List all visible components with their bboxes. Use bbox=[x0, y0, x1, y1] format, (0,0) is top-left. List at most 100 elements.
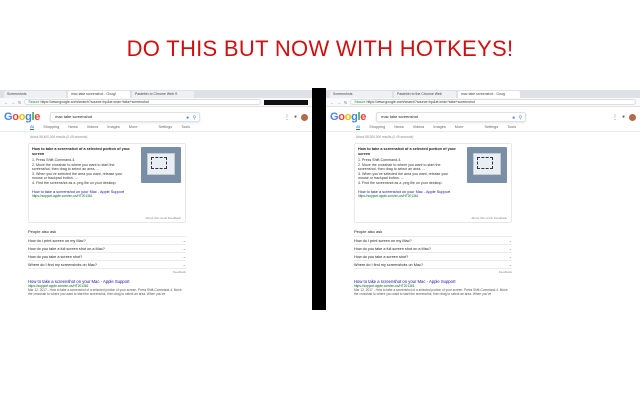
browser-tab-bar: Screenshots mac take screenshot - Googl … bbox=[0, 90, 312, 98]
tab-all[interactable]: All bbox=[30, 125, 35, 130]
redacted-bar bbox=[264, 99, 308, 105]
apps-icon[interactable]: ⋮ bbox=[612, 114, 618, 121]
search-tabs: All Shopping News Videos Images More Set… bbox=[0, 123, 312, 132]
paa-question[interactable]: Where do I find my screenshots on Mac? ⌄ bbox=[28, 260, 186, 268]
reload-icon[interactable]: ↻ bbox=[344, 100, 347, 105]
search-icon[interactable]: ⚲ bbox=[192, 114, 196, 122]
paa-title: People also ask bbox=[28, 229, 57, 234]
url-field[interactable]: Secure https://www.google.com/search?sou… bbox=[350, 99, 636, 105]
paa-question[interactable]: How do you take a screen shot? ⌄ bbox=[28, 252, 186, 260]
address-bar: ← → ↻ Secure https://www.google.com/sear… bbox=[0, 98, 312, 107]
tab-news[interactable]: News bbox=[68, 125, 78, 129]
snippet-image[interactable] bbox=[467, 147, 507, 183]
paa-question[interactable]: How do I print screen on my Mac? ⌄ bbox=[354, 236, 512, 244]
chevron-down-icon: ⌄ bbox=[508, 246, 512, 251]
people-also-ask: People also ask How do I print screen on… bbox=[28, 229, 186, 274]
tab-settings[interactable]: Settings bbox=[484, 125, 498, 129]
snippet-footer[interactable]: About this result Feedback bbox=[145, 216, 181, 220]
paa-feedback[interactable]: Feedback bbox=[28, 268, 186, 274]
search-input[interactable]: mac take screenshot ● ⚲ bbox=[50, 112, 201, 122]
tab-shopping[interactable]: Shopping bbox=[369, 125, 385, 129]
tab-images[interactable]: Images bbox=[107, 125, 119, 129]
browser-tab-active[interactable]: mac take screenshot - Goog bbox=[458, 91, 520, 98]
paa-title: People also ask bbox=[354, 229, 383, 234]
chevron-down-icon: ⌄ bbox=[508, 262, 512, 267]
avatar[interactable] bbox=[629, 113, 636, 121]
snippet-step: 4. Find the screenshot as a .png file on… bbox=[358, 180, 443, 185]
url-field[interactable]: Secure https://www.google.com/search?sou… bbox=[24, 99, 261, 105]
chevron-down-icon: ⌄ bbox=[182, 238, 186, 243]
people-also-ask: People also ask How do I print screen on… bbox=[354, 229, 512, 274]
browser-tab-bar: Screenshots Pastebin to the Chrome Web m… bbox=[326, 90, 640, 98]
snippet-footer[interactable]: About this result Feedback bbox=[471, 216, 507, 220]
search-query: mac take screenshot bbox=[381, 114, 419, 119]
tab-tools[interactable]: Tools bbox=[507, 125, 516, 129]
tab-all[interactable]: All bbox=[356, 125, 361, 130]
notifications-icon[interactable]: ● bbox=[294, 114, 297, 120]
tab-images[interactable]: Images bbox=[433, 125, 445, 129]
search-query: mac take screenshot bbox=[55, 114, 93, 119]
reload-icon[interactable]: ↻ bbox=[18, 100, 21, 105]
back-icon[interactable]: ← bbox=[330, 100, 334, 105]
browser-tab[interactable]: Screenshots bbox=[330, 91, 392, 98]
tab-videos[interactable]: Videos bbox=[87, 125, 99, 129]
mic-icon[interactable]: ● bbox=[186, 114, 189, 122]
forward-icon[interactable]: → bbox=[11, 100, 15, 105]
snippet-title: How to take a screenshot of a selected p… bbox=[32, 147, 130, 156]
tab-videos[interactable]: Videos bbox=[413, 125, 425, 129]
browser-tab[interactable]: Screenshots bbox=[4, 91, 66, 98]
paa-question[interactable]: Where do I find my screenshots on Mac? ⌄ bbox=[354, 260, 512, 268]
divider-bar bbox=[312, 88, 326, 310]
left-browser-screenshot: Screenshots mac take screenshot - Googl … bbox=[0, 90, 312, 310]
search-result: How to take a screenshot on your Mac - A… bbox=[28, 279, 186, 296]
snippet-steps: 1. Press Shift-Command-4. 2. Move the cr… bbox=[358, 158, 466, 186]
chevron-down-icon: ⌄ bbox=[508, 254, 512, 259]
tab-settings[interactable]: Settings bbox=[158, 125, 172, 129]
tab-news[interactable]: News bbox=[394, 125, 404, 129]
chevron-down-icon: ⌄ bbox=[182, 254, 186, 259]
google-logo[interactable]: Google bbox=[4, 111, 40, 123]
search-icon[interactable]: ⚲ bbox=[518, 114, 522, 122]
browser-tab[interactable]: Pastebin to Chrome Web S bbox=[132, 91, 194, 98]
chevron-down-icon: ⌄ bbox=[182, 262, 186, 267]
results-info: About 98,400,000 results (0.49 seconds) bbox=[30, 135, 88, 139]
featured-snippet: How to take a screenshot of a selected p… bbox=[28, 143, 186, 223]
tab-shopping[interactable]: Shopping bbox=[43, 125, 59, 129]
browser-tab-active[interactable]: mac take screenshot - Googl bbox=[68, 91, 130, 98]
apps-icon[interactable]: ⋮ bbox=[284, 114, 290, 121]
result-description: Mar 12, 2017 - How to take a screenshot … bbox=[354, 288, 508, 296]
headline: DO THIS BUT NOW WITH HOTKEYS! bbox=[126, 36, 514, 61]
paa-question[interactable]: How do you take a screen shot? ⌄ bbox=[354, 252, 512, 260]
snippet-title: How to take a screenshot of a selected p… bbox=[358, 147, 456, 156]
tab-more[interactable]: More bbox=[129, 125, 138, 129]
chevron-down-icon: ⌄ bbox=[182, 246, 186, 251]
browser-tab[interactable]: Pastebin to the Chrome Web bbox=[394, 91, 456, 98]
paa-question[interactable]: How do I print screen on my Mac? ⌄ bbox=[28, 236, 186, 244]
google-header: Google mac take screenshot ● ⚲ ⋮ ● bbox=[326, 107, 640, 123]
paa-question[interactable]: How do you take a full screen shot on a … bbox=[28, 244, 186, 252]
mic-icon[interactable]: ● bbox=[512, 114, 515, 122]
url-text: https://www.google.com/search?source=hp&… bbox=[40, 100, 149, 104]
search-result: How to take a screenshot on your Mac - A… bbox=[354, 279, 512, 296]
snippet-step: 4. Find the screenshot as a .png file on… bbox=[32, 180, 117, 185]
notifications-icon[interactable]: ● bbox=[622, 114, 625, 120]
tab-tools[interactable]: Tools bbox=[181, 125, 190, 129]
avatar[interactable] bbox=[301, 113, 308, 121]
secure-label: Secure bbox=[354, 100, 366, 104]
result-description: Mar 12, 2017 - How to take a screenshot … bbox=[28, 288, 182, 296]
back-icon[interactable]: ← bbox=[4, 100, 8, 105]
snippet-steps: 1. Press Shift-Command-4. 2. Move the cr… bbox=[32, 158, 140, 186]
chevron-down-icon: ⌄ bbox=[508, 238, 512, 243]
google-header: Google mac take screenshot ● ⚲ ⋮ ● bbox=[0, 107, 312, 123]
paa-feedback[interactable]: Feedback bbox=[354, 268, 512, 274]
google-logo[interactable]: Google bbox=[330, 111, 366, 123]
snippet-url: https://support.apple.com/en-us/HT201361 bbox=[358, 193, 419, 198]
paa-question[interactable]: How do you take a full screen shot on a … bbox=[354, 244, 512, 252]
forward-icon[interactable]: → bbox=[337, 100, 341, 105]
tab-more[interactable]: More bbox=[455, 125, 464, 129]
search-input[interactable]: mac take screenshot ● ⚲ bbox=[376, 112, 527, 122]
snippet-image[interactable] bbox=[141, 147, 181, 183]
secure-label: Secure bbox=[28, 100, 40, 104]
snippet-url: https://support.apple.com/en-us/HT201361 bbox=[32, 193, 93, 198]
address-bar: ← → ↻ Secure https://www.google.com/sear… bbox=[326, 98, 640, 107]
